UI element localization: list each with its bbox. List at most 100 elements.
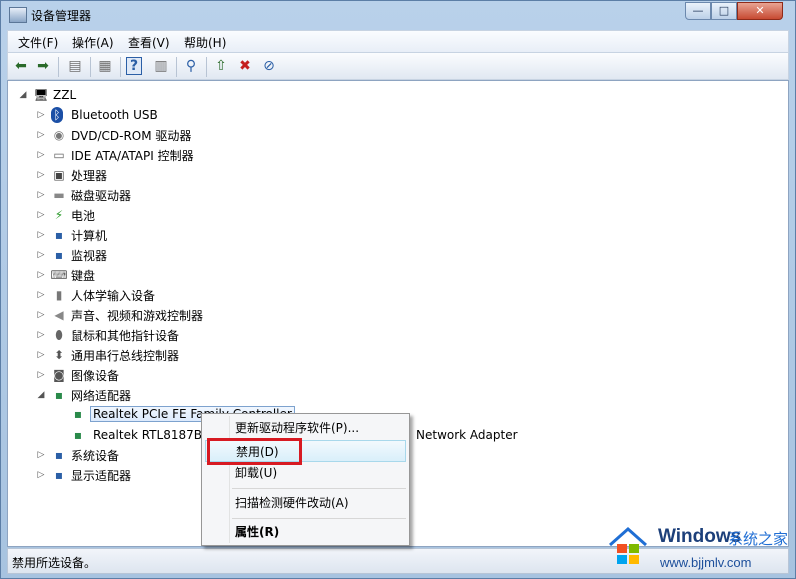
hid-icon: ▮ bbox=[55, 288, 63, 302]
maximize-button[interactable]: □ bbox=[711, 2, 737, 20]
tree-item-label: DVD/CD-ROM 驱动器 bbox=[71, 128, 192, 143]
menu-help[interactable]: 帮助(H) bbox=[184, 34, 226, 51]
menu-bar: 文件(F) 操作(A) 查看(V) 帮助(H) bbox=[7, 30, 789, 52]
tree-item-label: 声音、视频和游戏控制器 bbox=[71, 308, 204, 323]
tree-item-label: 键盘 bbox=[71, 268, 96, 283]
tree-item-ide[interactable]: ▷ ▭ IDE ATA/ATAPI 控制器 bbox=[36, 145, 194, 165]
tree-item-hid[interactable]: ▷ ▮ 人体学输入设备 bbox=[36, 285, 155, 305]
network-card-icon: ▪ bbox=[73, 407, 83, 421]
expand-arrow-icon[interactable]: ▷ bbox=[36, 170, 46, 180]
tree-item-imaging[interactable]: ▷ ◙ 图像设备 bbox=[36, 365, 119, 385]
tree-item-label: Bluetooth USB bbox=[71, 108, 158, 122]
context-menu-separator bbox=[232, 488, 406, 489]
expand-arrow-icon[interactable]: ▷ bbox=[36, 470, 46, 480]
display-adapter-icon: ▪ bbox=[54, 468, 64, 482]
monitor-icon: ▪ bbox=[54, 248, 64, 262]
expand-arrow-icon[interactable]: ▷ bbox=[36, 450, 46, 460]
expand-arrow-icon[interactable]: ▷ bbox=[36, 110, 46, 120]
tree-item-processor[interactable]: ▷ ▣ 处理器 bbox=[36, 165, 107, 185]
help-icon[interactable]: ? bbox=[126, 57, 142, 75]
expand-arrow-icon[interactable]: ▷ bbox=[36, 230, 46, 240]
toolbar-separator bbox=[58, 57, 59, 77]
tree-item-monitor[interactable]: ▷ ▪ 监视器 bbox=[36, 245, 107, 265]
action-pane-icon[interactable]: ▥ bbox=[152, 57, 170, 75]
tree-item-label: 系统设备 bbox=[71, 448, 120, 463]
tree-item-keyboard[interactable]: ▷ ⌨ 键盘 bbox=[36, 265, 95, 285]
tree-item-label: 显示适配器 bbox=[71, 468, 132, 483]
tree-item-display[interactable]: ▷ ▪ 显示适配器 bbox=[36, 465, 131, 485]
keyboard-icon: ⌨ bbox=[50, 268, 68, 282]
expand-arrow-icon[interactable]: ▷ bbox=[36, 270, 46, 280]
show-hide-console-tree-icon[interactable]: ▤ bbox=[66, 57, 84, 75]
tree-item-usb[interactable]: ▷ ⬍ 通用串行总线控制器 bbox=[36, 345, 179, 365]
tree-item-label: 图像设备 bbox=[71, 368, 120, 383]
annotation-highlight-box bbox=[207, 438, 302, 465]
tree-item-label: 处理器 bbox=[71, 168, 108, 183]
tree-root-label: ZZL bbox=[53, 88, 77, 102]
tree-item-label: 鼠标和其他指针设备 bbox=[71, 328, 180, 343]
context-menu-properties[interactable]: 属性(R) bbox=[205, 521, 406, 543]
tree-item-label: 计算机 bbox=[71, 228, 108, 243]
tree-item-bluetooth[interactable]: ▷ ᛒ Bluetooth USB bbox=[36, 105, 158, 125]
tree-item-label: 磁盘驱动器 bbox=[71, 188, 132, 203]
expand-arrow-icon[interactable]: ▷ bbox=[36, 350, 46, 360]
expand-arrow-icon[interactable]: ▷ bbox=[36, 150, 46, 160]
window-title: 设备管理器 bbox=[31, 9, 92, 23]
tree-item-realtek-wireless[interactable]: ▪ Realtek RTL8187B W bbox=[70, 425, 218, 445]
mouse-icon: ⬮ bbox=[55, 328, 63, 342]
context-menu-separator bbox=[232, 518, 406, 519]
toolbar-separator bbox=[176, 57, 177, 77]
context-menu-scan[interactable]: 扫描检测硬件改动(A) bbox=[205, 492, 406, 514]
expand-arrow-icon[interactable]: ▷ bbox=[36, 190, 46, 200]
menu-file[interactable]: 文件(F) bbox=[18, 34, 58, 51]
tree-item-computer[interactable]: ▷ ▪ 计算机 bbox=[36, 225, 107, 245]
tree-item-label: 电池 bbox=[71, 208, 96, 223]
tree-item-sound[interactable]: ▷ ◀ 声音、视频和游戏控制器 bbox=[36, 305, 203, 325]
tree-item-dvd[interactable]: ▷ ◉ DVD/CD-ROM 驱动器 bbox=[36, 125, 192, 145]
disable-device-icon[interactable]: ⊘ bbox=[260, 57, 278, 75]
expand-arrow-icon[interactable]: ▷ bbox=[36, 310, 46, 320]
status-text: 禁用所选设备。 bbox=[12, 556, 97, 570]
expand-arrow-icon[interactable]: ▷ bbox=[36, 330, 46, 340]
collapse-arrow-icon[interactable]: ◢ bbox=[36, 390, 46, 400]
tree-item-disk[interactable]: ▷ ▬ 磁盘驱动器 bbox=[36, 185, 131, 205]
collapse-arrow-icon[interactable]: ◢ bbox=[18, 90, 28, 100]
tree-item-network[interactable]: ◢ ▪ 网络适配器 bbox=[36, 385, 131, 405]
expand-arrow-icon[interactable]: ▷ bbox=[36, 130, 46, 140]
properties-icon[interactable]: ▦ bbox=[96, 57, 114, 75]
ide-controller-icon: ▭ bbox=[53, 148, 65, 162]
scan-hardware-icon[interactable]: ⚲ bbox=[182, 57, 200, 75]
toolbar-separator bbox=[90, 57, 91, 77]
tree-item-system[interactable]: ▷ ▪ 系统设备 bbox=[36, 445, 119, 465]
context-menu-update-driver[interactable]: 更新驱动程序软件(P)... bbox=[205, 417, 406, 439]
update-driver-icon[interactable]: ⇧ bbox=[212, 57, 230, 75]
back-arrow-icon[interactable]: ⬅ bbox=[12, 57, 30, 75]
tree-item-label: 人体学输入设备 bbox=[71, 288, 156, 303]
bluetooth-icon: ᛒ bbox=[51, 107, 63, 123]
expand-arrow-icon[interactable]: ▷ bbox=[36, 250, 46, 260]
network-adapter-icon: ▪ bbox=[54, 388, 64, 402]
menu-action[interactable]: 操作(A) bbox=[72, 34, 114, 51]
toolbar-separator bbox=[120, 57, 121, 77]
watermark-brand-cn: 系统之家 bbox=[728, 530, 789, 548]
battery-icon: ⚡ bbox=[54, 208, 64, 222]
minimize-button[interactable]: — bbox=[685, 2, 711, 20]
forward-arrow-icon[interactable]: ➡ bbox=[34, 57, 52, 75]
system-device-icon: ▪ bbox=[54, 448, 64, 462]
tree-item-label-suffix: Network Adapter bbox=[416, 428, 518, 442]
tree-item-label: 网络适配器 bbox=[71, 388, 132, 403]
uninstall-icon[interactable]: ✖ bbox=[236, 57, 254, 75]
expand-arrow-icon[interactable]: ▷ bbox=[36, 290, 46, 300]
expand-arrow-icon[interactable]: ▷ bbox=[36, 370, 46, 380]
watermark-url: www.bjjmlv.com bbox=[660, 555, 752, 570]
expand-arrow-icon[interactable]: ▷ bbox=[36, 210, 46, 220]
tree-root[interactable]: ◢ 🖥 ZZL bbox=[18, 85, 77, 105]
close-button[interactable]: ✕ bbox=[737, 2, 783, 20]
dvd-drive-icon: ◉ bbox=[53, 128, 65, 142]
context-menu-uninstall[interactable]: 卸载(U) bbox=[205, 462, 406, 484]
tree-item-mouse[interactable]: ▷ ⬮ 鼠标和其他指针设备 bbox=[36, 325, 179, 345]
title-bar[interactable]: 设备管理器 — □ ✕ bbox=[1, 1, 795, 29]
tree-item-battery[interactable]: ▷ ⚡ 电池 bbox=[36, 205, 95, 225]
menu-view[interactable]: 查看(V) bbox=[128, 34, 170, 51]
disk-drive-icon: ▬ bbox=[53, 188, 65, 202]
